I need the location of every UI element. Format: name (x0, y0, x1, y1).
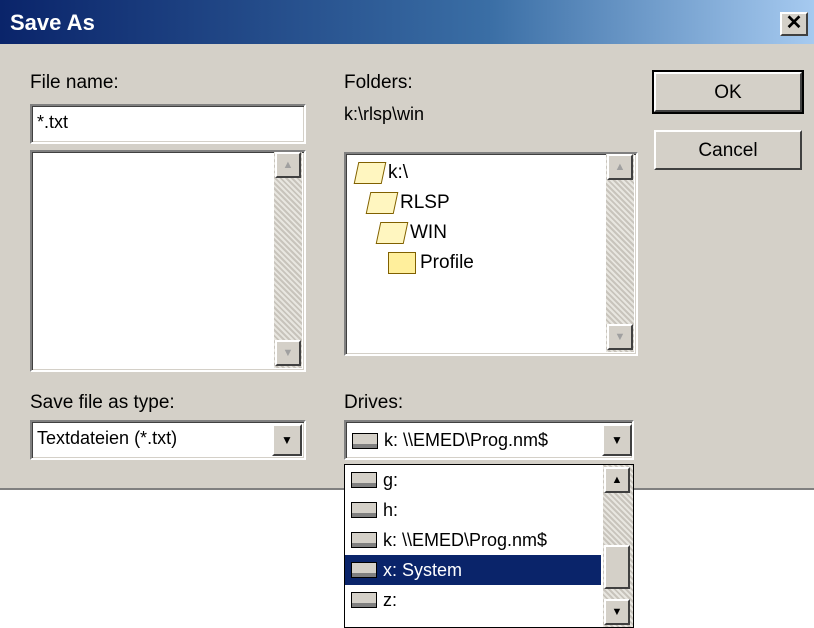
folder-item-label: Profile (420, 252, 474, 273)
drive-icon (351, 562, 377, 578)
title-bar[interactable]: Save As (0, 0, 814, 44)
folder-item[interactable]: Profile (356, 248, 596, 278)
drives-select[interactable]: k: \\EMED\Prog.nm$ (344, 420, 634, 460)
save-type-dropdown-button[interactable]: ▼ (272, 424, 302, 456)
drives-selected-label: k: \\EMED\Prog.nm$ (384, 430, 549, 450)
drive-icon (351, 502, 377, 518)
drive-option-label: h: (383, 499, 399, 520)
scroll-up-icon: ▲ (282, 159, 294, 171)
scroll-down-icon: ▼ (614, 331, 626, 343)
network-drive-icon (351, 532, 377, 548)
scroll-down-button[interactable]: ▼ (275, 340, 301, 366)
scroll-down-icon: ▼ (282, 347, 294, 359)
file-name-input[interactable]: *.txt (30, 104, 306, 144)
drives-options: g: h: k: \\EMED\Prog.nm$ x: System z: (345, 465, 601, 615)
drive-option-selected[interactable]: x: System (345, 555, 601, 585)
open-folder-icon (375, 222, 409, 244)
dialog-title: Save As (10, 10, 95, 35)
scroll-up-button[interactable]: ▲ (604, 467, 630, 493)
ok-button[interactable]: OK (652, 70, 804, 114)
open-folder-icon (353, 162, 387, 184)
file-list-scrollbar[interactable]: ▲ ▼ (274, 152, 302, 368)
network-drive-icon (352, 432, 378, 449)
drive-option[interactable]: g: (345, 465, 601, 495)
drive-icon (351, 592, 377, 608)
drive-icon (351, 472, 377, 488)
drives-selected: k: \\EMED\Prog.nm$ (352, 430, 596, 451)
open-folder-icon (365, 192, 399, 214)
folder-item-label: WIN (410, 222, 447, 243)
drive-option-label: k: \\EMED\Prog.nm$ (383, 529, 548, 550)
folder-tree[interactable]: k:\ RLSP WIN Profile ▲ ▼ (344, 152, 638, 356)
close-button[interactable]: ✕ (780, 12, 808, 36)
folder-item-label: RLSP (400, 192, 450, 213)
cancel-button[interactable]: Cancel (654, 130, 802, 170)
file-list[interactable]: ▲ ▼ (30, 150, 306, 372)
folder-item[interactable]: WIN (356, 218, 596, 248)
save-type-select[interactable]: Textdateien (*.txt) (30, 420, 306, 460)
drive-option-label: x: System (383, 559, 463, 580)
drives-list-scrollbar[interactable]: ▲ ▼ (603, 465, 633, 627)
drive-option-label: g: (383, 469, 399, 490)
scroll-up-icon: ▲ (614, 161, 626, 173)
drive-option[interactable]: z: (345, 585, 601, 615)
file-name-label: File name: (30, 72, 119, 93)
save-as-dialog: Save As ✕ File name: *.txt ▲ ▼ Folders: … (0, 0, 814, 490)
folder-icon (388, 252, 416, 274)
save-type-label: Save file as type: (30, 392, 175, 413)
scroll-down-icon: ▼ (611, 606, 623, 618)
drives-dropdown-list[interactable]: g: h: k: \\EMED\Prog.nm$ x: System z: ▲ … (344, 464, 634, 628)
folder-tree-scrollbar[interactable]: ▲ ▼ (606, 154, 634, 352)
folder-item[interactable]: RLSP (356, 188, 596, 218)
drive-option[interactable]: h: (345, 495, 601, 525)
drives-dropdown-button[interactable]: ▼ (602, 424, 632, 456)
folder-item-label: k:\ (388, 162, 409, 183)
folders-label: Folders: (344, 72, 413, 93)
scroll-up-icon: ▲ (611, 474, 623, 486)
drive-option-label: z: (383, 589, 398, 610)
scroll-up-button[interactable]: ▲ (275, 152, 301, 178)
scroll-up-button[interactable]: ▲ (607, 154, 633, 180)
drives-label: Drives: (344, 392, 404, 413)
chevron-down-icon: ▼ (281, 433, 293, 447)
scroll-thumb[interactable] (604, 545, 630, 589)
folder-tree-rows: k:\ RLSP WIN Profile (353, 158, 596, 278)
current-path: k:\rlsp\win (344, 104, 425, 124)
chevron-down-icon: ▼ (611, 433, 623, 447)
close-icon: ✕ (785, 12, 803, 34)
drive-option[interactable]: k: \\EMED\Prog.nm$ (345, 525, 601, 555)
scroll-down-button[interactable]: ▼ (604, 599, 630, 625)
folder-item[interactable]: k:\ (353, 158, 596, 188)
scroll-down-button[interactable]: ▼ (607, 324, 633, 350)
